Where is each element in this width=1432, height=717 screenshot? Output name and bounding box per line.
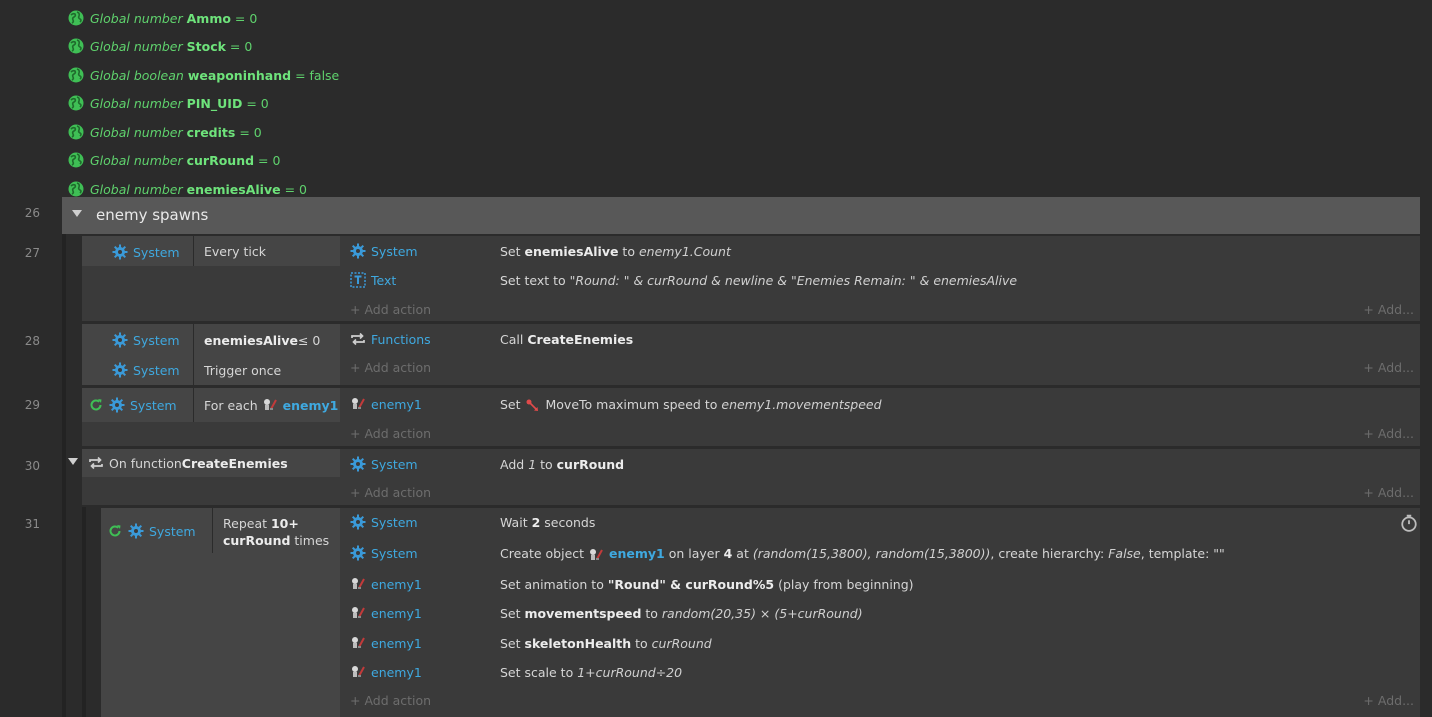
action-object: System	[350, 514, 418, 530]
gear-icon	[350, 456, 366, 472]
condition-object: System	[88, 397, 177, 413]
divider	[212, 508, 213, 553]
condition-text: Every tick	[204, 244, 266, 259]
action-object: enemy1	[350, 635, 422, 651]
action-text[interactable]: Set animation to "Round" & curRound%5 (p…	[500, 577, 914, 592]
loop-icon	[107, 523, 123, 539]
function-icon	[88, 455, 104, 471]
line-number: 29	[24, 398, 40, 412]
enemy-sprite-icon	[350, 664, 366, 680]
gear-icon	[112, 244, 128, 260]
divider	[193, 324, 194, 385]
action-object: enemy1	[350, 664, 422, 680]
gear-icon	[350, 514, 366, 530]
add-button[interactable]: + Add...	[1363, 426, 1414, 441]
collapse-triangle-icon[interactable]	[68, 458, 78, 465]
action-text[interactable]: Call CreateEnemies	[500, 332, 633, 347]
action-object: Functions	[350, 331, 431, 347]
action-text[interactable]: Set movementspeed to random(20,35) × (5+…	[500, 606, 863, 621]
enemy-sprite-icon	[350, 635, 366, 651]
gear-icon	[109, 397, 125, 413]
loop-icon	[88, 397, 104, 413]
timer-icon	[1400, 514, 1418, 532]
gear-icon	[112, 332, 128, 348]
condition-text: enemiesAlive ≤ 0	[204, 333, 321, 348]
enemy-sprite-icon	[262, 397, 278, 413]
action-text[interactable]: Set text to "Round: " & curRound & newli…	[500, 273, 1017, 288]
action-text[interactable]: Create object enemy1 on layer 4 at (rand…	[500, 546, 1225, 563]
group-title: enemy spawns	[96, 206, 209, 224]
function-icon	[350, 331, 366, 347]
line-number: 26	[24, 206, 40, 220]
add-button[interactable]: + Add...	[1363, 693, 1414, 708]
add-action-button[interactable]: + Add action	[350, 360, 431, 375]
globe-icon	[68, 181, 84, 197]
divider	[193, 388, 194, 422]
globe-icon	[68, 152, 84, 168]
action-text[interactable]: Set skeletonHealth to curRound	[500, 636, 712, 651]
global-var-stock[interactable]: Global number Stock = 0	[68, 36, 252, 56]
action-object: enemy1	[350, 396, 422, 412]
gear-icon	[112, 362, 128, 378]
enemy-sprite-icon	[588, 547, 604, 563]
function-condition: On function CreateEnemies	[88, 455, 288, 471]
sub-event-rail	[82, 507, 86, 717]
enemy-sprite-icon	[350, 576, 366, 592]
add-button[interactable]: + Add...	[1363, 360, 1414, 375]
global-var-weaponinhand[interactable]: Global boolean weaponinhand = false	[68, 65, 339, 85]
globe-icon	[68, 124, 84, 140]
add-action-button[interactable]: + Add action	[350, 426, 431, 441]
action-text[interactable]: Set MoveTo maximum speed to enemy1.movem…	[500, 397, 882, 414]
line-number: 27	[24, 246, 40, 260]
action-text[interactable]: Add 1 to curRound	[500, 457, 624, 472]
action-object: enemy1	[350, 605, 422, 621]
add-action-button[interactable]: + Add action	[350, 485, 431, 500]
condition-text: Trigger once	[204, 363, 282, 378]
add-button[interactable]: + Add...	[1363, 302, 1414, 317]
action-object: enemy1	[350, 576, 422, 592]
gear-icon	[350, 243, 366, 259]
action-text[interactable]: Set scale to 1+curRound÷20	[500, 665, 682, 680]
collapse-triangle-icon[interactable]	[72, 210, 82, 217]
action-text[interactable]: Set enemiesAlive to enemy1.Count	[500, 244, 731, 259]
global-var-pin-uid[interactable]: Global number PIN_UID = 0	[68, 93, 269, 113]
condition-text: Repeat 10+ curRound times	[223, 516, 330, 548]
enemy-sprite-icon	[350, 396, 366, 412]
gear-icon	[350, 545, 366, 561]
add-button[interactable]: + Add...	[1363, 485, 1414, 500]
action-object: System	[350, 243, 418, 259]
line-number: 30	[24, 459, 40, 473]
line-number: 31	[24, 517, 40, 531]
global-var-curround[interactable]: Global number curRound = 0	[68, 150, 280, 170]
divider	[193, 236, 194, 266]
globe-icon	[68, 67, 84, 83]
action-object: Text	[350, 272, 396, 288]
group-rail	[62, 234, 66, 717]
globe-icon	[68, 95, 84, 111]
add-action-button[interactable]: + Add action	[350, 302, 431, 317]
action-object: System	[350, 545, 418, 561]
group-header[interactable]: enemy spawns	[62, 197, 1420, 234]
action-object: System	[350, 456, 418, 472]
gear-icon	[128, 523, 144, 539]
condition-object: System	[112, 362, 180, 378]
condition-object: System	[112, 244, 180, 260]
line-number: 28	[24, 334, 40, 348]
moveto-icon	[525, 398, 541, 414]
global-var-enemiesalive[interactable]: Global number enemiesAlive = 0	[68, 179, 307, 199]
condition-object: System	[107, 523, 196, 539]
enemy-sprite-icon	[350, 605, 366, 621]
global-var-credits[interactable]: Global number credits = 0	[68, 122, 262, 142]
condition-text: For each enemy1	[204, 397, 339, 413]
condition-object: System	[112, 332, 180, 348]
add-action-button[interactable]: + Add action	[350, 693, 431, 708]
global-var-ammo[interactable]: Global number Ammo = 0	[68, 8, 257, 28]
globe-icon	[68, 38, 84, 54]
globe-icon	[68, 10, 84, 26]
action-text[interactable]: Wait 2 seconds	[500, 515, 595, 530]
text-icon	[350, 272, 366, 288]
